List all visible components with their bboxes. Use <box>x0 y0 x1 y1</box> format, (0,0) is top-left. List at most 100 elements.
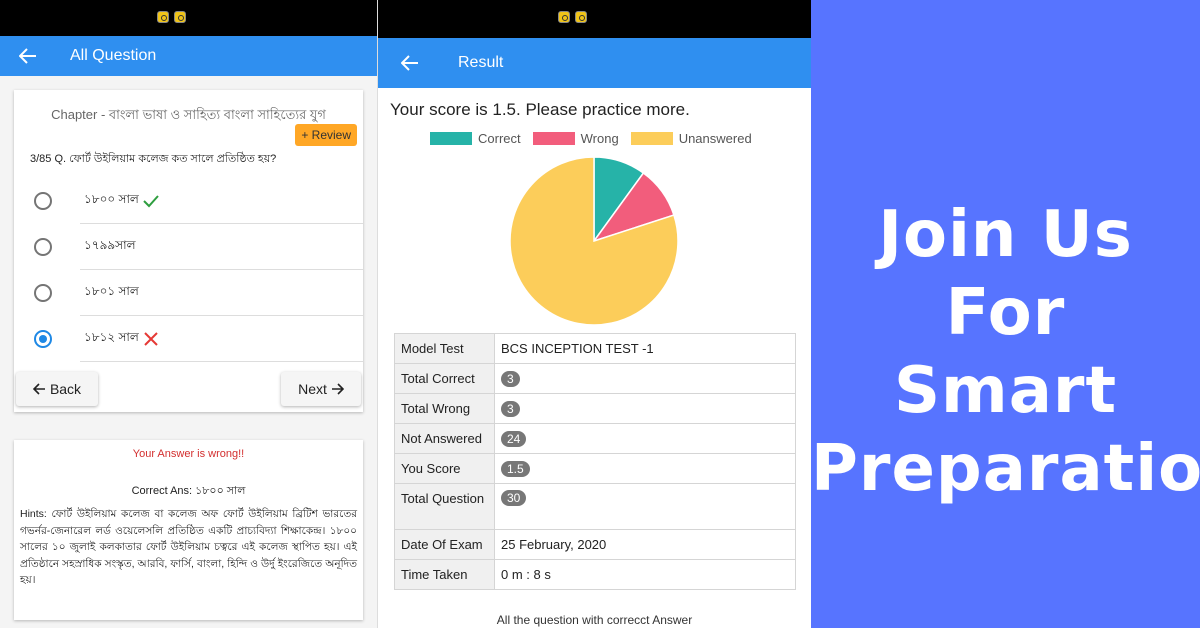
count-badge: 24 <box>501 430 527 447</box>
result-pie-chart <box>509 156 679 326</box>
app-bar: Result <box>378 38 811 88</box>
option-item[interactable]: ১৮০১ সাল <box>14 270 363 316</box>
page-title: Result <box>458 54 504 71</box>
option-item[interactable]: ১৮১২ সাল <box>14 316 363 362</box>
result-table: Model Test BCS INCEPTION TEST -1 Total C… <box>394 333 796 590</box>
row-value-cell: 1.5 <box>494 453 796 484</box>
promo-panel: Join Us For Smart Preparation <box>811 0 1200 628</box>
chart-legend: Correct Wrong Unanswered <box>430 131 752 146</box>
divider <box>80 361 363 362</box>
legend-label: Unanswered <box>678 131 752 146</box>
option-label: ১৭৯৯সাল <box>84 238 136 252</box>
row-value: 25 February, 2020 <box>494 529 796 560</box>
legend-swatch <box>630 132 673 145</box>
row-value: 0 m : 8 s <box>494 559 796 590</box>
review-button[interactable]: + Review <box>295 124 357 146</box>
promo-text: Join Us For Smart Preparation <box>811 196 1200 508</box>
page-title: All Question <box>70 47 157 64</box>
table-row: You Score 1.5 <box>394 453 796 484</box>
radio-button[interactable] <box>34 238 52 256</box>
legend-label: Correct <box>478 131 521 146</box>
promo-line: For <box>945 276 1066 350</box>
row-value: BCS INCEPTION TEST -1 <box>494 333 796 364</box>
radio-button[interactable] <box>34 284 52 302</box>
row-value-cell: 3 <box>494 363 796 394</box>
hints-text: Hints: ফোর্ট উইলিয়াম কলেজ বা কলেজ অফ ফো… <box>20 508 357 586</box>
radio-button-selected[interactable] <box>34 330 52 348</box>
promo-line: Preparation <box>811 432 1200 506</box>
legend-item: Unanswered <box>630 131 752 146</box>
status-icons <box>157 11 186 23</box>
nav-buttons: Back Next <box>14 372 363 406</box>
legend-swatch <box>430 132 472 145</box>
back-arrow-icon[interactable] <box>16 44 40 68</box>
back-button-label: Back <box>49 381 82 397</box>
legend-label: Wrong <box>580 131 619 146</box>
result-screen: Result Your score is 1.5. Please practic… <box>377 0 811 628</box>
screenshot-collage: All Question Chapter - বাংলা ভাষা ও সাহি… <box>0 0 1200 628</box>
table-row: Total Question 30 <box>394 483 796 530</box>
notification-icon <box>558 11 570 23</box>
promo-line: Smart <box>893 354 1118 428</box>
options-list: ১৮০০ সাল ১৭৯৯সাল ১৮০১ সাল ১৮১২ সাল <box>14 178 363 362</box>
arrow-right-icon <box>331 383 344 395</box>
table-row: Date Of Exam 25 February, 2020 <box>394 529 796 560</box>
next-button-label: Next <box>298 381 327 397</box>
row-value-cell: 30 <box>494 483 796 530</box>
count-badge: 3 <box>501 370 520 387</box>
back-button[interactable]: Back <box>16 372 98 406</box>
table-row: Not Answered 24 <box>394 423 796 454</box>
row-key: Model Test <box>394 333 495 364</box>
count-badge: 3 <box>501 400 520 417</box>
table-row: Total Correct 3 <box>394 363 796 394</box>
radio-button[interactable] <box>34 192 52 210</box>
option-item[interactable]: ১৮০০ সাল <box>14 178 363 224</box>
row-key: Total Correct <box>394 363 495 394</box>
row-key: Time Taken <box>394 559 495 590</box>
row-value-cell: 3 <box>494 393 796 424</box>
notification-icon <box>157 11 169 23</box>
row-key: Total Wrong <box>394 393 495 424</box>
legend-item: Correct <box>430 131 521 146</box>
answer-card: Your Answer is wrong!! Correct Ans: ১৮০০… <box>14 440 363 620</box>
question-card: Chapter - বাংলা ভাষা ও সাহিত্য বাংলা সাহ… <box>14 90 363 412</box>
question-text: 3/85 Q. ফোর্ট উইলিয়াম কলেজ কত সালে প্রত… <box>30 153 277 165</box>
check-icon <box>143 195 159 208</box>
score-message: Your score is 1.5. Please practice more. <box>390 100 690 119</box>
promo-line: Join Us <box>878 198 1133 272</box>
correct-answer: Correct Ans: ১৮০০ সাল <box>131 485 246 497</box>
cross-icon <box>144 332 158 346</box>
status-bar <box>0 0 377 36</box>
notification-icon <box>575 11 587 23</box>
notification-icon <box>174 11 186 23</box>
option-row-1: ১৮০০ সাল <box>84 191 160 211</box>
next-button[interactable]: Next <box>281 372 361 406</box>
row-key: You Score <box>394 453 495 484</box>
row-key: Not Answered <box>394 423 495 454</box>
table-row: Total Wrong 3 <box>394 393 796 424</box>
legend-swatch <box>532 132 575 145</box>
table-row: Model Test BCS INCEPTION TEST -1 <box>394 333 796 364</box>
option-label: ১৮১২ সাল <box>84 330 139 344</box>
count-badge: 30 <box>501 490 527 506</box>
option-row-2: ১৭৯৯সাল <box>84 237 136 257</box>
legend-item: Wrong <box>532 131 619 146</box>
option-row-3: ১৮০১ সাল <box>84 283 139 303</box>
row-value-cell: 24 <box>494 423 796 454</box>
option-label: ১৮০০ সাল <box>84 192 139 206</box>
question-screen: All Question Chapter - বাংলা ভাষা ও সাহি… <box>0 0 377 628</box>
footer-text: All the question with correcct Answer <box>496 613 693 627</box>
back-arrow-icon[interactable] <box>398 51 422 75</box>
answer-status: Your Answer is wrong!! <box>132 448 245 460</box>
option-label: ১৮০১ সাল <box>84 284 139 298</box>
status-bar <box>378 0 811 38</box>
count-badge: 1.5 <box>501 460 530 477</box>
row-key: Total Question <box>394 483 495 530</box>
option-row-4: ১৮১২ সাল <box>84 329 160 349</box>
option-item[interactable]: ১৭৯৯সাল <box>14 224 363 270</box>
row-key: Date Of Exam <box>394 529 495 560</box>
app-bar: All Question <box>0 36 377 76</box>
status-icons <box>558 11 587 23</box>
table-row: Time Taken 0 m : 8 s <box>394 559 796 590</box>
arrow-left-icon <box>32 383 45 395</box>
